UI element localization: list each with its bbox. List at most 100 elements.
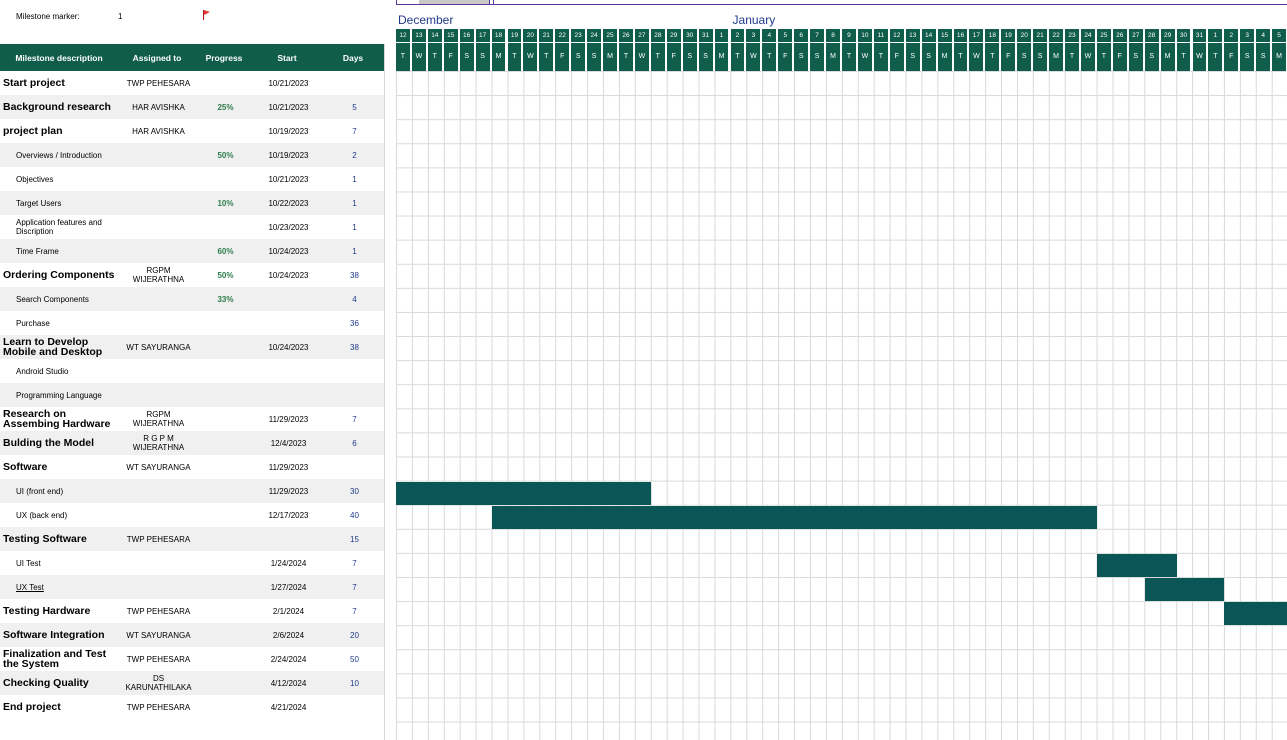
task-row[interactable]: Objectives 10/21/2023 1	[0, 167, 384, 191]
task-days[interactable]: 7	[322, 407, 384, 431]
task-row[interactable]: Software WT SAYURANGA 11/29/2023	[0, 455, 384, 479]
task-assigned[interactable]: TWP PEHESARA	[118, 647, 196, 671]
task-start[interactable]: 10/19/2023	[252, 143, 322, 167]
task-progress[interactable]: 25%	[196, 95, 252, 119]
task-row[interactable]: Background research HAR AVISHKA 25% 10/21/2…	[0, 95, 384, 119]
task-assigned[interactable]	[118, 479, 196, 503]
task-assigned[interactable]: WT SAYURANGA	[118, 623, 196, 647]
task-assigned[interactable]	[118, 503, 196, 527]
task-description[interactable]: Learn to Develop Mobile and Desktop	[0, 335, 118, 359]
task-description[interactable]: Target Users	[0, 191, 118, 215]
task-start[interactable]: 11/29/2023	[252, 455, 322, 479]
task-start[interactable]: 10/19/2023	[252, 119, 322, 143]
col-header-assigned[interactable]: Assigned to	[118, 44, 196, 71]
task-days[interactable]: 6	[322, 431, 384, 455]
task-row[interactable]: Bulding the Model R G P M WIJERATHNA 12/4/…	[0, 431, 384, 455]
task-row[interactable]: End project TWP PEHESARA 4/21/2024	[0, 695, 384, 719]
gantt-bar[interactable]	[1096, 554, 1177, 578]
task-assigned[interactable]: DS KARUNATHILAKA	[118, 671, 196, 695]
task-days[interactable]: 50	[322, 647, 384, 671]
task-start[interactable]: 1/27/2024	[252, 575, 322, 599]
task-start[interactable]	[252, 527, 322, 551]
task-progress[interactable]: 10%	[196, 191, 252, 215]
task-row[interactable]: Search Components 33% 4	[0, 287, 384, 311]
task-start[interactable]	[252, 383, 322, 407]
task-days[interactable]: 1	[322, 167, 384, 191]
task-assigned[interactable]	[118, 191, 196, 215]
task-description[interactable]: Background research	[0, 95, 118, 119]
task-start[interactable]: 11/29/2023	[252, 479, 322, 503]
task-description[interactable]: End project	[0, 695, 118, 719]
task-description[interactable]: Purchase	[0, 311, 118, 335]
task-days[interactable]	[322, 71, 384, 95]
task-start[interactable]: 10/21/2023	[252, 95, 322, 119]
task-start[interactable]: 10/21/2023	[252, 167, 322, 191]
task-progress[interactable]	[196, 671, 252, 695]
task-progress[interactable]	[196, 167, 252, 191]
task-assigned[interactable]: HAR AVISHKA	[118, 119, 196, 143]
task-description[interactable]: Bulding the Model	[0, 431, 118, 455]
task-description[interactable]: Research on Assembing Hardware	[0, 407, 118, 431]
task-row[interactable]: UX (back end) 12/17/2023 40	[0, 503, 384, 527]
task-days[interactable]: 7	[322, 119, 384, 143]
task-start[interactable]	[252, 311, 322, 335]
task-description[interactable]: Software	[0, 455, 118, 479]
task-description[interactable]: Programming Language	[0, 383, 118, 407]
task-progress[interactable]: 50%	[196, 263, 252, 287]
task-assigned[interactable]: HAR AVISHKA	[118, 95, 196, 119]
task-description[interactable]: Search Components	[0, 287, 118, 311]
task-progress[interactable]	[196, 311, 252, 335]
task-start[interactable]: 10/24/2023	[252, 239, 322, 263]
task-description[interactable]: UX Test	[0, 575, 118, 599]
task-row[interactable]: Testing Software TWP PEHESARA 15	[0, 527, 384, 551]
task-row[interactable]: Checking Quality DS KARUNATHILAKA 4/12/202…	[0, 671, 384, 695]
task-progress[interactable]	[196, 479, 252, 503]
task-days[interactable]: 36	[322, 311, 384, 335]
task-days[interactable]: 1	[322, 191, 384, 215]
task-days[interactable]: 2	[322, 143, 384, 167]
task-assigned[interactable]: RGPM WIJERATHNA	[118, 407, 196, 431]
task-assigned[interactable]: RGPM WIJERATHNA	[118, 263, 196, 287]
task-progress[interactable]	[196, 335, 252, 359]
task-row[interactable]: Learn to Develop Mobile and Desktop WT SA…	[0, 335, 384, 359]
task-progress[interactable]	[196, 119, 252, 143]
task-start[interactable]: 12/4/2023	[252, 431, 322, 455]
col-header-days[interactable]: Days	[322, 44, 384, 71]
task-row[interactable]: Ordering Components RGPM WIJERATHNA 50% 10/…	[0, 263, 384, 287]
task-progress[interactable]	[196, 503, 252, 527]
gantt-bar[interactable]	[1144, 578, 1225, 602]
task-description[interactable]: UI Test	[0, 551, 118, 575]
task-progress[interactable]	[196, 647, 252, 671]
col-header-start[interactable]: Start	[252, 44, 322, 71]
task-days[interactable]	[322, 455, 384, 479]
task-row[interactable]: Programming Language	[0, 383, 384, 407]
task-start[interactable]: 10/24/2023	[252, 335, 322, 359]
frame-tab[interactable]	[419, 0, 490, 4]
task-row[interactable]: UI Test 1/24/2024 7	[0, 551, 384, 575]
task-description[interactable]: Testing Software	[0, 527, 118, 551]
task-assigned[interactable]	[118, 215, 196, 239]
task-progress[interactable]	[196, 527, 252, 551]
task-start[interactable]: 2/24/2024	[252, 647, 322, 671]
task-assigned[interactable]	[118, 167, 196, 191]
task-assigned[interactable]: WT SAYURANGA	[118, 455, 196, 479]
task-days[interactable]: 7	[322, 575, 384, 599]
task-start[interactable]: 10/22/2023	[252, 191, 322, 215]
task-start[interactable]: 4/12/2024	[252, 671, 322, 695]
task-row[interactable]: UI (front end) 11/29/2023 30	[0, 479, 384, 503]
task-assigned[interactable]: R G P M WIJERATHNA	[118, 431, 196, 455]
task-start[interactable]: 2/6/2024	[252, 623, 322, 647]
task-description[interactable]: Testing Hardware	[0, 599, 118, 623]
task-progress[interactable]	[196, 215, 252, 239]
task-progress[interactable]	[196, 431, 252, 455]
gantt-bar[interactable]	[1224, 602, 1287, 626]
task-assigned[interactable]	[118, 311, 196, 335]
gantt-bar[interactable]	[396, 481, 651, 505]
task-days[interactable]: 20	[322, 623, 384, 647]
task-progress[interactable]	[196, 599, 252, 623]
task-assigned[interactable]: TWP PEHESARA	[118, 527, 196, 551]
task-description[interactable]: UI (front end)	[0, 479, 118, 503]
task-progress[interactable]	[196, 455, 252, 479]
task-start[interactable]: 10/24/2023	[252, 263, 322, 287]
task-assigned[interactable]: TWP PEHESARA	[118, 71, 196, 95]
